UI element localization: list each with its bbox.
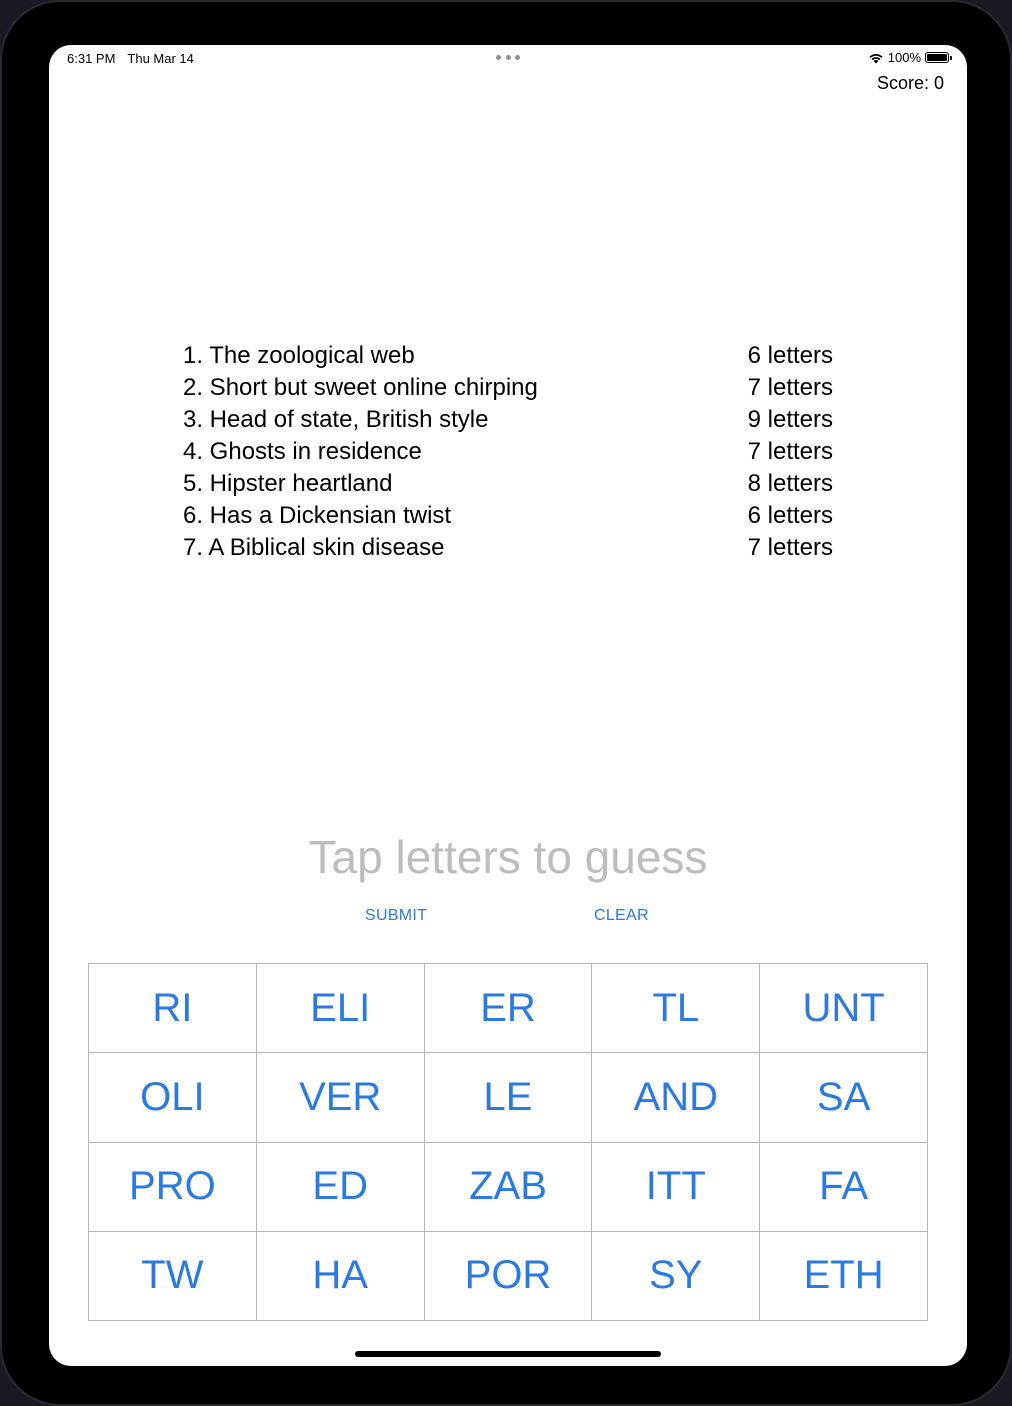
clue-row: 7. A Biblical skin disease 7 letters xyxy=(183,532,833,564)
guess-field: Tap letters to guess xyxy=(308,831,708,883)
letter-tile[interactable]: TW xyxy=(89,1231,257,1321)
clue-length: 9 letters xyxy=(747,406,833,433)
clue-text: 7. A Biblical skin disease xyxy=(183,534,445,561)
clear-button[interactable]: CLEAR xyxy=(594,907,649,925)
clue-row: 6. Has a Dickensian twist 6 letters xyxy=(183,500,833,532)
clue-length: 6 letters xyxy=(747,502,833,529)
letter-tile[interactable]: SY xyxy=(592,1231,761,1321)
clue-row: 1. The zoological web 6 letters xyxy=(183,340,833,372)
letter-tile[interactable]: ETH xyxy=(760,1231,928,1321)
letter-tile[interactable]: HA xyxy=(256,1231,425,1321)
letter-tile[interactable]: ITT xyxy=(592,1142,761,1232)
clue-length: 8 letters xyxy=(747,470,833,497)
letter-tile[interactable]: VER xyxy=(256,1053,425,1143)
letter-tile[interactable]: ED xyxy=(256,1142,425,1232)
letter-tile[interactable]: OLI xyxy=(89,1053,257,1143)
clue-text: 6. Has a Dickensian twist xyxy=(183,502,452,529)
letter-tile[interactable]: ZAB xyxy=(424,1142,593,1232)
home-indicator[interactable] xyxy=(355,1351,661,1357)
letter-tile-grid: RI ELI ER TL UNT OLI VER LE AND SA PRO E… xyxy=(88,963,928,1321)
score-label: Score: 0 xyxy=(876,73,944,93)
status-bar-right: 100% xyxy=(868,50,952,65)
clue-length: 7 letters xyxy=(747,534,833,561)
clue-row: 5. Hipster heartland 8 letters xyxy=(183,468,833,500)
letter-tile[interactable]: ER xyxy=(424,964,593,1054)
letter-tile[interactable]: UNT xyxy=(760,964,928,1054)
letter-tile[interactable]: LE xyxy=(424,1053,593,1143)
letter-tile[interactable]: ELI xyxy=(256,964,425,1054)
battery-icon xyxy=(925,52,952,63)
letter-tile[interactable]: AND xyxy=(592,1053,761,1143)
status-bar-time: 6:31 PM Thu Mar 14 xyxy=(67,51,206,66)
status-date: Thu Mar 14 xyxy=(127,51,194,66)
battery-percent: 100% xyxy=(887,50,921,65)
letter-tile[interactable]: POR xyxy=(424,1231,593,1321)
clue-length: 6 letters xyxy=(747,342,833,369)
app-screen: 6:31 PM Thu Mar 14 100% Score: 0 1. The z… xyxy=(49,45,967,1366)
submit-button[interactable]: SUBMIT xyxy=(365,907,427,925)
status-time: 6:31 PM xyxy=(67,51,116,66)
multitasking-icon[interactable] xyxy=(496,55,520,61)
clue-row: 4. Ghosts in residence 7 letters xyxy=(183,436,833,468)
letter-tile[interactable]: FA xyxy=(760,1142,928,1232)
clue-text: 4. Ghosts in residence xyxy=(183,438,422,465)
device-frame: 6:31 PM Thu Mar 14 100% Score: 0 1. The z… xyxy=(0,0,1012,1406)
clue-text: 3. Head of state, British style xyxy=(183,406,489,433)
clue-length: 7 letters xyxy=(747,374,833,401)
letter-tile[interactable]: SA xyxy=(760,1053,928,1143)
wifi-icon xyxy=(869,53,883,63)
clue-row: 3. Head of state, British style 9 letter… xyxy=(183,404,833,436)
clue-length: 7 letters xyxy=(747,438,833,465)
clue-row: 2. Short but sweet online chirping 7 let… xyxy=(183,372,833,404)
clue-list: 1. The zoological web 6 letters 2. Short… xyxy=(183,340,833,564)
clue-text: 2. Short but sweet online chirping xyxy=(183,374,538,401)
letter-tile[interactable]: RI xyxy=(89,964,257,1054)
clue-text: 1. The zoological web xyxy=(183,342,415,369)
letter-tile[interactable]: TL xyxy=(592,964,761,1054)
letter-tile[interactable]: PRO xyxy=(89,1142,257,1232)
clue-text: 5. Hipster heartland xyxy=(183,470,393,497)
